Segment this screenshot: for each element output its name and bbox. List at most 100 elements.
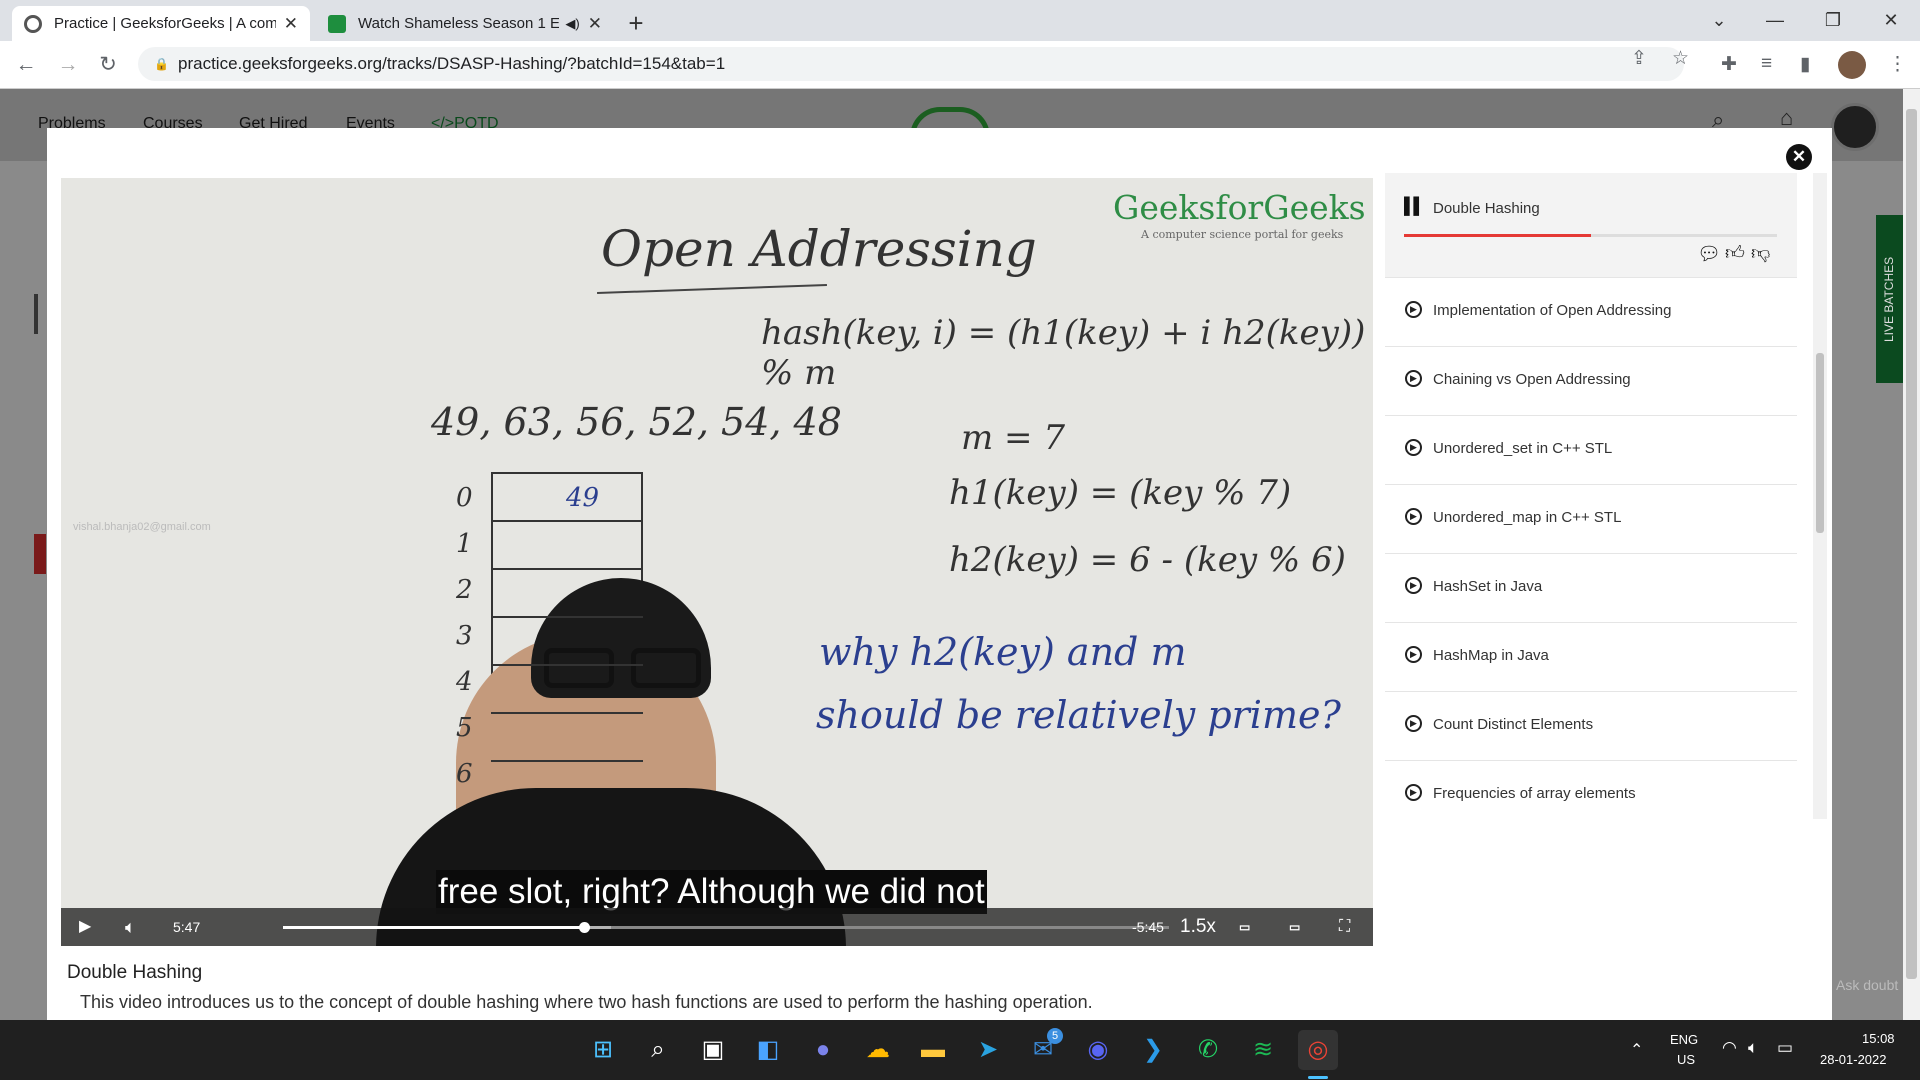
- slot-divider: [491, 520, 643, 522]
- speaker-icon[interactable]: ◀︎): [565, 16, 579, 32]
- browser-tab-strip: Practice | GeeksforGeeks | A com ✕ Watch…: [0, 0, 1920, 41]
- file-explorer-icon[interactable]: ▬: [913, 1030, 953, 1070]
- slot-0-value: 49: [566, 483, 600, 513]
- close-window-button[interactable]: ✕: [1862, 0, 1920, 41]
- captions-icon[interactable]: ▭: [1239, 908, 1250, 946]
- lock-icon: 🔒: [154, 57, 169, 71]
- discord-icon[interactable]: ◉: [1078, 1030, 1118, 1070]
- fullscreen-icon[interactable]: ⛶: [1339, 908, 1350, 946]
- playlist-item-label: Frequencies of array elements: [1433, 785, 1636, 802]
- tab-title: Practice | GeeksforGeeks | A com: [54, 15, 276, 32]
- battery-icon[interactable]: ▭: [1777, 1038, 1793, 1058]
- new-tab-button[interactable]: +: [620, 8, 652, 40]
- browser-tab-practice[interactable]: Practice | GeeksforGeeks | A com ✕: [12, 6, 310, 41]
- weather-icon[interactable]: ☁: [858, 1030, 898, 1070]
- back-icon[interactable]: ←: [10, 49, 42, 81]
- vscode-icon[interactable]: ❯: [1133, 1030, 1173, 1070]
- tray-chevron-icon[interactable]: ⌃: [1630, 1040, 1643, 1060]
- playlist-item[interactable]: ▶ Unordered_map in C++ STL: [1385, 485, 1797, 554]
- minimize-button[interactable]: —: [1746, 0, 1804, 41]
- page-scrollbar[interactable]: [1903, 89, 1920, 1020]
- speed-button[interactable]: 1.5x: [1180, 908, 1216, 946]
- live-batches-tab[interactable]: LIVE BATCHES: [1876, 215, 1903, 383]
- ask-doubt-button[interactable]: Ask doubt: [1832, 971, 1903, 999]
- profile-avatar[interactable]: [1838, 51, 1866, 79]
- address-bar[interactable]: 🔒 practice.geeksforgeeks.org/tracks/DSAS…: [138, 47, 1684, 81]
- play-circle-icon: ▶: [1405, 301, 1422, 318]
- thumbs-down-icon[interactable]: 👎︎: [1751, 242, 1770, 265]
- share-icon[interactable]: ⇪: [1631, 47, 1647, 70]
- clock-time[interactable]: 15:08: [1862, 1031, 1895, 1046]
- playlist-item-label: Count Distinct Elements: [1433, 716, 1594, 733]
- whatsapp-icon[interactable]: ✆: [1188, 1030, 1228, 1070]
- board-h1: h1(key) = (key % 7): [949, 473, 1292, 513]
- seek-bar[interactable]: [283, 922, 1169, 933]
- tab-title: Watch Shameless Season 1 E: [358, 15, 560, 32]
- widgets-icon[interactable]: ◧: [748, 1030, 788, 1070]
- playlist-item[interactable]: ▶ HashSet in Java: [1385, 554, 1797, 623]
- playlist-item-current[interactable]: ▌▌ Double Hashing 💬︎ 👍︎ 👎︎: [1385, 173, 1797, 278]
- playlist-progress-fill: [1404, 234, 1591, 237]
- close-tab-icon[interactable]: ✕: [588, 14, 602, 34]
- remaining-time: -5:45: [1132, 919, 1164, 935]
- side-panel-icon[interactable]: ▮: [1800, 53, 1810, 76]
- video-player[interactable]: GeeksforGeeks A computer science portal …: [61, 178, 1373, 946]
- start-icon[interactable]: ⊞: [583, 1030, 623, 1070]
- volume-icon[interactable]: 🔈︎: [125, 908, 136, 946]
- playlist-item[interactable]: ▶ Unordered_set in C++ STL: [1385, 416, 1797, 485]
- playlist-scroll-thumb[interactable]: [1816, 353, 1824, 533]
- playlist-item-label: Double Hashing: [1433, 200, 1540, 217]
- maximize-button[interactable]: ❐: [1804, 0, 1862, 41]
- play-icon[interactable]: ▶: [79, 908, 91, 946]
- email-overlay: vishal.bhanja02@gmail.com: [73, 521, 211, 533]
- tab-search-icon[interactable]: ⌄: [1690, 0, 1748, 41]
- playlist-item[interactable]: ▶ HashMap in Java: [1385, 623, 1797, 692]
- hd-icon[interactable]: ▭: [1289, 908, 1300, 946]
- forward-icon[interactable]: →: [52, 49, 84, 81]
- volume-tray-icon[interactable]: 🔈︎: [1748, 1038, 1758, 1058]
- playlist-item[interactable]: ▶ Frequencies of array elements: [1385, 761, 1797, 819]
- slot-index-label: 2: [456, 575, 473, 605]
- playlist-scrollbar[interactable]: [1813, 173, 1827, 819]
- mail-badge: 5: [1047, 1028, 1063, 1044]
- playlist-item[interactable]: ▶ Chaining vs Open Addressing: [1385, 347, 1797, 416]
- chrome-icon[interactable]: ◎: [1298, 1030, 1338, 1070]
- board-question-2: should be relatively prime?: [816, 693, 1341, 737]
- reload-icon[interactable]: ↻: [92, 49, 124, 81]
- playlist-item[interactable]: ▶ Count Distinct Elements: [1385, 692, 1797, 761]
- page-red-button: [34, 534, 46, 574]
- spotify-icon[interactable]: ≋: [1243, 1030, 1283, 1070]
- extensions-icon[interactable]: ✚: [1721, 53, 1737, 76]
- close-tab-icon[interactable]: ✕: [284, 14, 298, 34]
- comment-icon[interactable]: 💬︎: [1697, 242, 1721, 266]
- video-description: This video introduces us to the concept …: [80, 992, 1093, 1012]
- search-icon[interactable]: ⌕: [638, 1030, 678, 1070]
- browser-tab-shameless[interactable]: Watch Shameless Season 1 E ◀︎) ✕: [316, 6, 614, 41]
- playlist: ▌▌ Double Hashing 💬︎ 👍︎ 👎︎ ▶ Implementati…: [1385, 173, 1797, 819]
- pause-icon[interactable]: ▌▌: [1404, 198, 1425, 216]
- thumbs-up-icon[interactable]: 👍︎: [1725, 242, 1745, 265]
- wifi-icon[interactable]: ◠: [1722, 1038, 1737, 1058]
- clock-date[interactable]: 28-01-2022: [1820, 1052, 1887, 1067]
- input-region[interactable]: US: [1677, 1052, 1695, 1067]
- task-view-icon[interactable]: ▣: [693, 1030, 733, 1070]
- windows-taskbar: ⊞ ⌕ ▣ ◧ ● ☁ ▬ ➤ ✉ 5 ◉ ❯ ✆ ≋ ◎ ⌃ ENG US ◠…: [0, 1020, 1920, 1080]
- playlist-item-label: Implementation of Open Addressing: [1433, 302, 1672, 319]
- board-formula: hash(key, i) = (h1(key) + i h2(key)) % m: [761, 313, 1366, 393]
- page-scroll-thumb[interactable]: [1906, 109, 1917, 979]
- telegram-icon[interactable]: ➤: [968, 1030, 1008, 1070]
- close-modal-icon[interactable]: ✕: [1786, 144, 1812, 170]
- browser-toolbar: ← → ↻ 🔒 practice.geeksforgeeks.org/track…: [0, 41, 1920, 89]
- chrome-menu-icon[interactable]: ⋮: [1888, 53, 1907, 76]
- media-control-icon[interactable]: ≡: [1761, 53, 1772, 75]
- bookmark-star-icon[interactable]: ☆: [1672, 47, 1689, 70]
- user-avatar[interactable]: [1831, 103, 1879, 151]
- slot-index-label: 0: [456, 483, 473, 513]
- seek-knob[interactable]: [579, 922, 591, 933]
- playlist-item[interactable]: ▶ Implementation of Open Addressing: [1385, 278, 1797, 347]
- play-circle-icon: ▶: [1405, 439, 1422, 456]
- input-language[interactable]: ENG: [1670, 1032, 1698, 1047]
- heading-underline: [597, 283, 827, 295]
- active-app-indicator: [1308, 1076, 1328, 1079]
- teams-icon[interactable]: ●: [803, 1030, 843, 1070]
